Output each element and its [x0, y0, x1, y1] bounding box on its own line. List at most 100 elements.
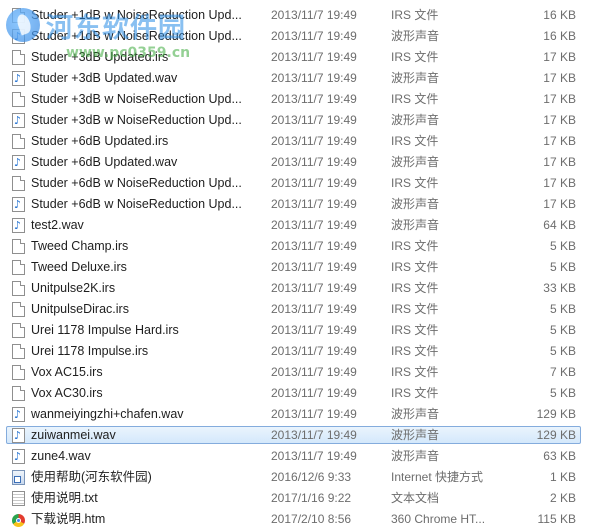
watermark: 河东软件园 www.pc0359.cn [0, 0, 220, 70]
file-type: 波形声音 [391, 407, 440, 421]
file-size: 17 KB [543, 176, 576, 190]
irs-file-icon [12, 281, 25, 296]
file-name: Tweed Deluxe.irs [31, 260, 127, 274]
file-name: Studer +3dB Updated.wav [31, 71, 178, 85]
file-row[interactable]: ♪ wanmeiyingzhi+chafen.wav 2013/11/7 19:49… [0, 404, 614, 425]
file-date: 2013/11/7 19:49 [271, 197, 357, 211]
file-date: 2013/11/7 19:49 [271, 8, 357, 22]
file-type: 波形声音 [391, 218, 440, 232]
file-date: 2013/11/7 19:49 [271, 71, 357, 85]
file-size: 7 KB [549, 365, 576, 379]
file-date: 2013/11/7 19:49 [271, 407, 357, 421]
file-row[interactable]: Tweed Deluxe.irs 2013/11/7 19:49 IRS 文件 5 K… [0, 257, 614, 278]
file-type: IRS 文件 [391, 386, 439, 400]
file-size: 17 KB [543, 197, 576, 211]
file-type: IRS 文件 [391, 365, 439, 379]
file-name: Studer +6dB w NoiseReduction Upd... [31, 197, 242, 211]
file-name: Studer +6dB Updated.wav [31, 155, 178, 169]
irs-file-icon [12, 365, 25, 380]
file-row[interactable]: ♪ Studer +6dB Updated.wav 2013/11/7 19:49 波… [0, 152, 614, 173]
audio-file-icon: ♪ [12, 113, 25, 128]
file-name: Studer +6dB w NoiseReduction Upd... [31, 176, 242, 190]
file-date: 2013/11/7 19:49 [271, 134, 357, 148]
file-size: 5 KB [549, 323, 576, 337]
file-row[interactable]: Urei 1178 Impulse.irs 2013/11/7 19:49 IRS … [0, 341, 614, 362]
file-date: 2016/12/6 9:33 [271, 470, 352, 484]
file-size: 5 KB [549, 302, 576, 316]
file-row[interactable]: Vox AC30.irs 2013/11/7 19:49 IRS 文件 5 KB [0, 383, 614, 404]
file-date: 2013/11/7 19:49 [271, 344, 357, 358]
file-date: 2013/11/7 19:49 [271, 365, 357, 379]
file-type: Internet 快捷方式 [391, 470, 484, 484]
file-type: IRS 文件 [391, 302, 439, 316]
file-size: 63 KB [543, 449, 576, 463]
file-date: 2013/11/7 19:49 [271, 302, 357, 316]
file-size: 2 KB [549, 491, 576, 505]
file-row[interactable]: ♪ Studer +6dB w NoiseReduction Upd... 2013… [0, 194, 614, 215]
file-name: Studer +3dB w NoiseReduction Upd... [31, 113, 242, 127]
text-file-icon [12, 491, 25, 506]
file-row[interactable]: Studer +6dB w NoiseReduction Upd... 2013/… [0, 173, 614, 194]
file-row[interactable]: Studer +6dB Updated.irs 2013/11/7 19:49 IR… [0, 131, 614, 152]
file-name: UnitpulseDirac.irs [31, 302, 129, 316]
file-type: IRS 文件 [391, 323, 439, 337]
file-date: 2013/11/7 19:49 [271, 50, 357, 64]
file-size: 33 KB [543, 281, 576, 295]
irs-file-icon [12, 323, 25, 338]
file-size: 129 KB [536, 428, 576, 442]
file-size: 16 KB [543, 29, 576, 43]
file-row[interactable]: ♪ Studer +3dB Updated.wav 2013/11/7 19:49 波… [0, 68, 614, 89]
file-size: 17 KB [543, 71, 576, 85]
irs-file-icon [12, 302, 25, 317]
file-name: Urei 1178 Impulse Hard.irs [31, 323, 179, 337]
file-size: 17 KB [543, 113, 576, 127]
irs-file-icon [12, 260, 25, 275]
irs-file-icon [12, 134, 25, 149]
file-row[interactable]: Studer +3dB w NoiseReduction Upd... 2013/… [0, 89, 614, 110]
audio-file-icon: ♪ [12, 218, 25, 233]
audio-file-icon: ♪ [12, 71, 25, 86]
file-size: 5 KB [549, 260, 576, 274]
file-row[interactable]: 使用说明.txt 2017/1/16 9:22 文本文档 2 KB [0, 488, 614, 509]
file-type: 波形声音 [391, 428, 440, 442]
file-name: 使用帮助(河东软件园) [31, 470, 152, 484]
music-note-icon: ♪ [14, 429, 22, 442]
file-list[interactable]: Studer +1dB w NoiseReduction Upd... 2013/… [0, 0, 614, 527]
audio-file-icon: ♪ [12, 407, 25, 422]
file-date: 2013/11/7 19:49 [271, 239, 357, 253]
music-note-icon: ♪ [14, 72, 22, 85]
music-note-icon: ♪ [14, 198, 22, 211]
file-name: wanmeiyingzhi+chafen.wav [31, 407, 184, 421]
file-row[interactable]: 下载说明.htm 2017/2/10 8:56 360 Chrome HT... 11… [0, 509, 614, 530]
file-date: 2013/11/7 19:49 [271, 449, 357, 463]
file-row[interactable]: Tweed Champ.irs 2013/11/7 19:49 IRS 文件 5 KB [0, 236, 614, 257]
watermark-url: www.pc0359.cn [66, 45, 191, 61]
file-name: Unitpulse2K.irs [31, 281, 116, 295]
file-row[interactable]: UnitpulseDirac.irs 2013/11/7 19:49 IRS 文件 5… [0, 299, 614, 320]
file-type: 波形声音 [391, 71, 440, 85]
music-note-icon: ♪ [14, 114, 22, 127]
file-row[interactable]: ♪ zuiwanmei.wav 2013/11/7 19:49 波形声音 129 KB [0, 425, 614, 446]
file-type: 波形声音 [391, 197, 440, 211]
music-note-icon: ♪ [14, 219, 22, 232]
file-type: 文本文档 [391, 491, 440, 505]
watermark-site-name: 河东软件园 [46, 13, 186, 44]
file-row[interactable]: ♪ test2.wav 2013/11/7 19:49 波形声音 64 KB [0, 215, 614, 236]
file-type: IRS 文件 [391, 260, 439, 274]
file-date: 2013/11/7 19:49 [271, 428, 357, 442]
audio-file-icon: ♪ [12, 428, 25, 443]
file-row[interactable]: Vox AC15.irs 2013/11/7 19:49 IRS 文件 7 KB [0, 362, 614, 383]
browser-html-icon [12, 514, 25, 527]
file-type: 波形声音 [391, 155, 440, 169]
irs-file-icon [12, 92, 25, 107]
file-row[interactable]: ♪ zune4.wav 2013/11/7 19:49 波形声音 63 KB [0, 446, 614, 467]
file-row[interactable]: 使用帮助(河东软件园) 2016/12/6 9:33 Internet 快捷方式 1 … [0, 467, 614, 488]
file-row[interactable]: Urei 1178 Impulse Hard.irs 2013/11/7 19:4… [0, 320, 614, 341]
file-type: IRS 文件 [391, 50, 439, 64]
file-row[interactable]: ♪ Studer +3dB w NoiseReduction Upd... 2013… [0, 110, 614, 131]
file-type: IRS 文件 [391, 281, 439, 295]
file-name: test2.wav [31, 218, 84, 232]
file-row[interactable]: Unitpulse2K.irs 2013/11/7 19:49 IRS 文件 33 K… [0, 278, 614, 299]
file-type: IRS 文件 [391, 92, 439, 106]
irs-file-icon [12, 386, 25, 401]
